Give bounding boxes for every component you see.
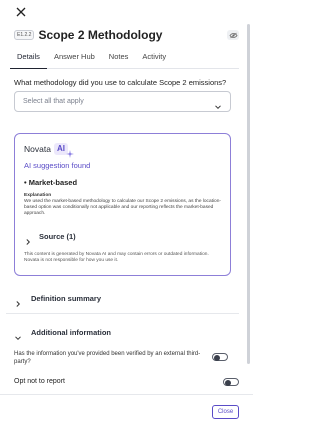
section-divider: [6, 313, 239, 314]
explanation-text: We used the market-based methodology to …: [24, 199, 221, 216]
select-placeholder: Select all that apply: [23, 98, 84, 105]
opt-out-toggle[interactable]: [223, 378, 239, 386]
additional-information-toggle[interactable]: Additional information: [14, 328, 111, 340]
close-icon[interactable]: [14, 5, 28, 19]
footer-divider: [0, 394, 253, 395]
verification-toggle[interactable]: [212, 353, 228, 361]
ai-suggestion-card: Novata AI AI suggestion found • Market-b…: [14, 133, 231, 276]
ai-brand: Novata AI: [24, 143, 74, 158]
opt-out-label: Opt not to report: [14, 378, 65, 385]
definition-summary-label: Definition summary: [31, 294, 102, 303]
close-button[interactable]: Close: [212, 405, 239, 419]
tab-details[interactable]: Details: [10, 52, 47, 69]
source-toggle[interactable]: Source (1): [24, 232, 76, 245]
tab-activity[interactable]: Activity: [135, 52, 173, 69]
chevron-down-icon: [14, 329, 22, 340]
toggle-knob: [214, 354, 220, 361]
methodology-select[interactable]: Select all that apply: [14, 91, 231, 112]
tab-bar: Details Answer Hub Notes Activity: [10, 52, 239, 69]
question-detail-panel: E1.2.2 Scope 2 Methodology Details Answe…: [0, 0, 253, 425]
definition-summary-toggle[interactable]: Definition summary: [14, 294, 102, 307]
toggle-knob: [225, 379, 231, 386]
verification-question: Has the information you've provided been…: [14, 351, 201, 365]
question-code-badge: E1.2.2: [14, 30, 35, 40]
tab-answer-hub[interactable]: Answer Hub: [47, 52, 102, 69]
question-text: What methodology did you use to calculat…: [14, 78, 227, 87]
additional-information-label: Additional information: [31, 328, 111, 337]
sparkle-icon: [66, 145, 74, 158]
hide-eye-icon[interactable]: [227, 30, 239, 40]
ai-suggested-answer: • Market-based: [24, 178, 78, 187]
chevron-down-icon: [214, 98, 222, 109]
ai-disclaimer: This content is generated by Novata AI a…: [24, 252, 209, 263]
page-title: Scope 2 Methodology: [38, 28, 163, 42]
brand-name: Novata: [24, 144, 51, 154]
source-label: Source (1): [39, 232, 76, 241]
ai-found-text: AI suggestion found: [24, 161, 91, 170]
explanation-label: Explanation: [24, 193, 52, 198]
tab-notes[interactable]: Notes: [102, 52, 136, 69]
chevron-right-icon: [14, 295, 22, 307]
scrollbar[interactable]: [247, 24, 250, 364]
chevron-right-icon: [24, 233, 32, 245]
panel-header: E1.2.2 Scope 2 Methodology: [14, 26, 239, 44]
